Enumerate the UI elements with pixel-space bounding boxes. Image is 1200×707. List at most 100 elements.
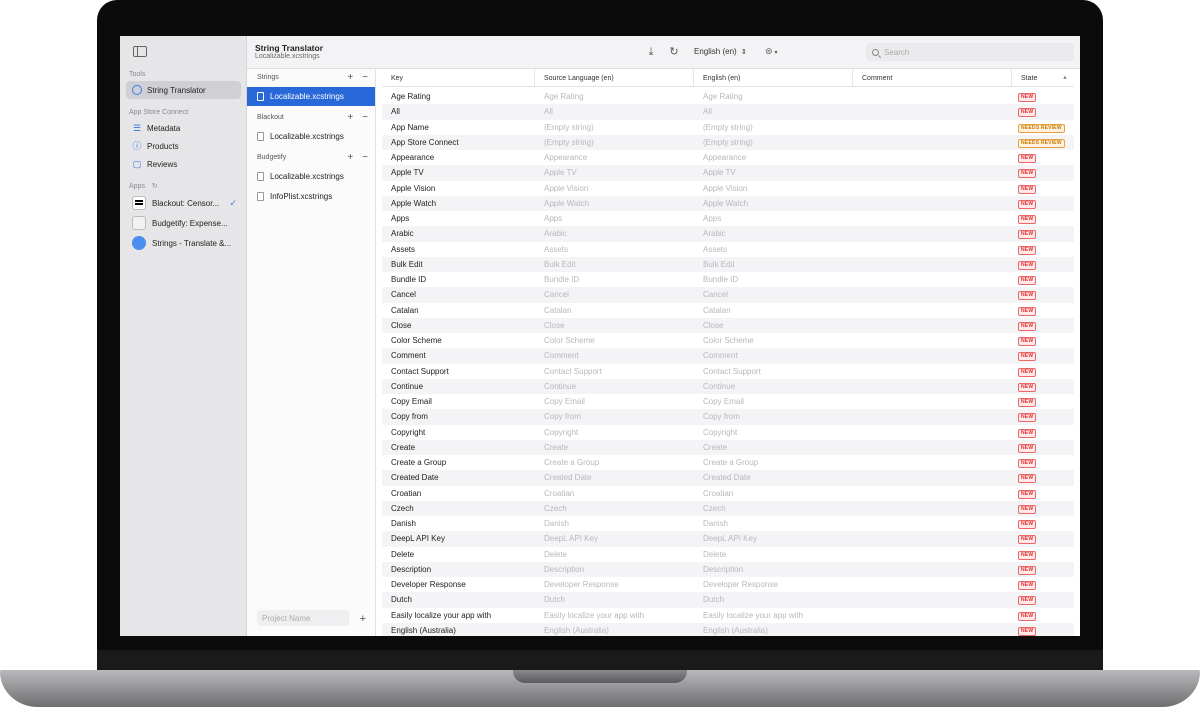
- column-header-key[interactable]: Key: [382, 69, 535, 87]
- translation-cell[interactable]: Assets: [694, 245, 853, 254]
- table-row[interactable]: Create Create Create NEW: [382, 439, 1074, 455]
- table-row[interactable]: Comment Comment Comment NEW: [382, 348, 1074, 364]
- file-item[interactable]: InfoPlist.xcstrings: [247, 187, 375, 206]
- translation-cell[interactable]: Color Scheme: [694, 336, 853, 345]
- table-row[interactable]: App Name (Empty string) (Empty string) NEED…: [382, 120, 1074, 135]
- sidebar-item-string-translator[interactable]: String Translator: [126, 81, 241, 99]
- plus-icon[interactable]: +: [347, 112, 353, 123]
- translation-cell[interactable]: Bundle ID: [694, 275, 853, 284]
- table-row[interactable]: DeepL API Key DeepL API Key DeepL API Key N…: [382, 531, 1074, 547]
- table-row[interactable]: Created Date Created Date Created Date NEW: [382, 470, 1074, 486]
- search-input[interactable]: Search: [866, 43, 1074, 61]
- table-row[interactable]: All All All NEW: [382, 104, 1074, 120]
- sidebar-item-metadata[interactable]: ☰ Metadata: [126, 119, 241, 137]
- sidebar-app-budgetify[interactable]: Budgetify: Expense...: [126, 213, 241, 233]
- table-row[interactable]: Developer Response Developer Response Deve…: [382, 577, 1074, 592]
- translation-cell[interactable]: (Empty string): [694, 123, 853, 132]
- table-row[interactable]: Dutch Dutch Dutch NEW: [382, 592, 1074, 608]
- translation-cell[interactable]: Appearance: [694, 153, 853, 162]
- table-row[interactable]: Delete Delete Delete NEW: [382, 547, 1074, 562]
- file-item[interactable]: Localizable.xcstrings: [247, 167, 375, 186]
- table-row[interactable]: Cancel Cancel Cancel NEW: [382, 287, 1074, 303]
- table-row[interactable]: Copy from Copy from Copy from NEW: [382, 409, 1074, 425]
- table-row[interactable]: Copyright Copyright Copyright NEW: [382, 425, 1074, 440]
- refresh-icon[interactable]: ↻: [152, 183, 158, 190]
- translation-cell[interactable]: Copy Email: [694, 397, 853, 406]
- table-row[interactable]: Danish Danish Danish NEW: [382, 516, 1074, 531]
- column-header-comment[interactable]: Comment: [853, 69, 1012, 87]
- download-icon[interactable]: ⤓: [645, 46, 657, 58]
- translation-cell[interactable]: (Empty string): [694, 138, 853, 147]
- project-name-input[interactable]: Project Name: [257, 610, 349, 626]
- table-row[interactable]: Apple Watch Apple Watch Apple Watch NEW: [382, 195, 1074, 211]
- translation-cell[interactable]: Apple TV: [694, 168, 853, 177]
- filter-button[interactable]: ⊜ ▾: [765, 46, 778, 57]
- table-row[interactable]: Apps Apps Apps NEW: [382, 211, 1074, 226]
- translation-cell[interactable]: Bulk Edit: [694, 260, 853, 269]
- translation-cell[interactable]: Dutch: [694, 595, 853, 604]
- table-row[interactable]: Appearance Appearance Appearance NEW: [382, 150, 1074, 165]
- translation-cell[interactable]: Apps: [694, 214, 853, 223]
- translation-cell[interactable]: Comment: [694, 351, 853, 360]
- file-item[interactable]: Localizable.xcstrings: [247, 87, 375, 106]
- sidebar-item-products[interactable]: ⓘ Products: [126, 137, 241, 155]
- translation-cell[interactable]: Created Date: [694, 473, 853, 482]
- table-row[interactable]: Arabic Arabic Arabic NEW: [382, 226, 1074, 242]
- translation-cell[interactable]: Czech: [694, 504, 853, 513]
- language-select[interactable]: English (en) ⇕: [694, 47, 747, 56]
- translation-cell[interactable]: Description: [694, 565, 853, 574]
- table-row[interactable]: Catalan Catalan Catalan NEW: [382, 303, 1074, 318]
- table-row[interactable]: Close Close Close NEW: [382, 317, 1074, 333]
- table-row[interactable]: Bulk Edit Bulk Edit Bulk Edit NEW: [382, 256, 1074, 272]
- translation-cell[interactable]: Close: [694, 321, 853, 330]
- table-row[interactable]: Continue Continue Continue NEW: [382, 378, 1074, 394]
- add-project-button[interactable]: +: [360, 613, 366, 625]
- refresh-icon[interactable]: ↻: [668, 46, 680, 58]
- table-row[interactable]: Apple TV Apple TV Apple TV NEW: [382, 165, 1074, 181]
- column-header-english[interactable]: English (en): [694, 69, 853, 87]
- translation-cell[interactable]: Create a Group: [694, 458, 853, 467]
- minus-icon[interactable]: −: [362, 152, 368, 163]
- translation-cell[interactable]: All: [694, 107, 853, 116]
- translation-cell[interactable]: Apple Vision: [694, 184, 853, 193]
- table-row[interactable]: English (Australia) English (Australia) En…: [382, 622, 1074, 636]
- table-row[interactable]: Bundle ID Bundle ID Bundle ID NEW: [382, 272, 1074, 287]
- plus-icon[interactable]: +: [347, 72, 353, 83]
- translation-cell[interactable]: Croatian: [694, 489, 853, 498]
- sidebar-app-strings[interactable]: Strings - Translate &...: [126, 233, 241, 253]
- file-item[interactable]: Localizable.xcstrings: [247, 127, 375, 146]
- translation-cell[interactable]: Create: [694, 443, 853, 452]
- table-row[interactable]: App Store Connect (Empty string) (Empty st…: [382, 134, 1074, 150]
- minus-icon[interactable]: −: [362, 72, 368, 83]
- translation-cell[interactable]: Catalan: [694, 306, 853, 315]
- table-row[interactable]: Description Description Description NEW: [382, 561, 1074, 577]
- translation-cell[interactable]: Danish: [694, 519, 853, 528]
- table-row[interactable]: Croatian Croatian Croatian NEW: [382, 486, 1074, 501]
- table-row[interactable]: Apple Vision Apple Vision Apple Vision NEW: [382, 181, 1074, 196]
- translation-cell[interactable]: Arabic: [694, 229, 853, 238]
- column-header-state[interactable]: State ▲: [1012, 69, 1074, 87]
- translation-cell[interactable]: Contact Support: [694, 367, 853, 376]
- translation-cell[interactable]: Continue: [694, 382, 853, 391]
- translation-cell[interactable]: Cancel: [694, 290, 853, 299]
- sidebar-toggle-icon[interactable]: [133, 46, 147, 57]
- table-row[interactable]: Contact Support Contact Support Contact Su…: [382, 364, 1074, 379]
- translation-cell[interactable]: English (Australia): [694, 626, 853, 635]
- table-row[interactable]: Czech Czech Czech NEW: [382, 500, 1074, 516]
- translation-cell[interactable]: DeepL API Key: [694, 534, 853, 543]
- minus-icon[interactable]: −: [362, 112, 368, 123]
- translation-cell[interactable]: Copy from: [694, 412, 853, 421]
- translation-cell[interactable]: Apple Watch: [694, 199, 853, 208]
- table-row[interactable]: Assets Assets Assets NEW: [382, 242, 1074, 257]
- translation-cell[interactable]: Developer Response: [694, 580, 853, 589]
- translation-cell[interactable]: Easily localize your app with: [694, 611, 853, 620]
- sidebar-item-reviews[interactable]: ▢ Reviews: [126, 155, 241, 173]
- plus-icon[interactable]: +: [347, 152, 353, 163]
- translation-cell[interactable]: Delete: [694, 550, 853, 559]
- table-row[interactable]: Color Scheme Color Scheme Color Scheme NEW: [382, 333, 1074, 348]
- table-row[interactable]: Create a Group Create a Group Create a Gro…: [382, 455, 1074, 470]
- sidebar-app-blackout[interactable]: Blackout: Censor... ✓: [126, 193, 241, 213]
- translation-cell[interactable]: Age Rating: [694, 92, 853, 101]
- table-row[interactable]: Age Rating Age Rating Age Rating NEW: [382, 89, 1074, 104]
- table-row[interactable]: Copy Email Copy Email Copy Email NEW: [382, 394, 1074, 409]
